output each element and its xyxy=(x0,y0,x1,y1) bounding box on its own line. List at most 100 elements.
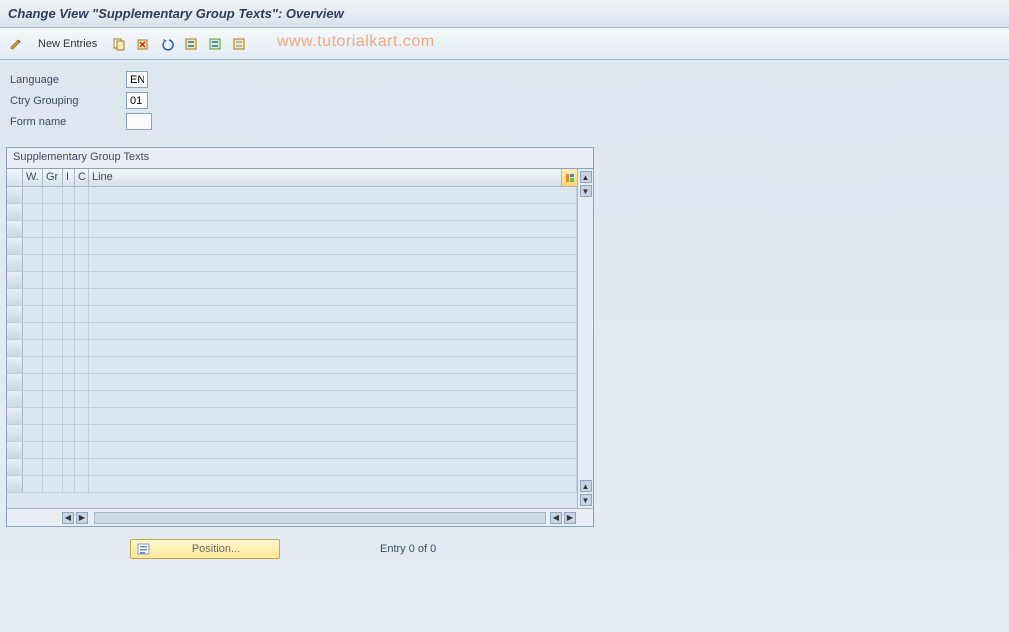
row-selector[interactable] xyxy=(7,408,23,424)
cell-gr[interactable] xyxy=(43,221,63,237)
select-all-button[interactable] xyxy=(181,34,201,54)
cell-i[interactable] xyxy=(63,272,75,288)
row-selector[interactable] xyxy=(7,442,23,458)
cell-c[interactable] xyxy=(75,340,89,356)
scroll-down-end-button[interactable]: ▼ xyxy=(580,494,592,506)
col-w-header[interactable]: W. xyxy=(23,169,43,186)
table-row[interactable] xyxy=(7,272,577,289)
cell-i[interactable] xyxy=(63,408,75,424)
cell-i[interactable] xyxy=(63,425,75,441)
cell-line[interactable] xyxy=(89,408,577,424)
row-selector[interactable] xyxy=(7,340,23,356)
cell-w[interactable] xyxy=(23,187,43,203)
cell-line[interactable] xyxy=(89,374,577,390)
table-row[interactable] xyxy=(7,408,577,425)
cell-c[interactable] xyxy=(75,442,89,458)
copy-as-button[interactable] xyxy=(109,34,129,54)
cell-c[interactable] xyxy=(75,272,89,288)
cell-c[interactable] xyxy=(75,425,89,441)
scroll-up-button[interactable]: ▲ xyxy=(580,171,592,183)
cell-line[interactable] xyxy=(89,425,577,441)
cell-line[interactable] xyxy=(89,476,577,492)
cell-i[interactable] xyxy=(63,442,75,458)
cell-gr[interactable] xyxy=(43,238,63,254)
cell-w[interactable] xyxy=(23,323,43,339)
cell-gr[interactable] xyxy=(43,391,63,407)
table-row[interactable] xyxy=(7,238,577,255)
cell-gr[interactable] xyxy=(43,476,63,492)
row-selector[interactable] xyxy=(7,272,23,288)
cell-c[interactable] xyxy=(75,323,89,339)
cell-c[interactable] xyxy=(75,306,89,322)
cell-i[interactable] xyxy=(63,221,75,237)
form-name-field[interactable] xyxy=(126,113,152,130)
cell-w[interactable] xyxy=(23,459,43,475)
row-selector[interactable] xyxy=(7,425,23,441)
cell-i[interactable] xyxy=(63,323,75,339)
row-selector[interactable] xyxy=(7,187,23,203)
cell-w[interactable] xyxy=(23,408,43,424)
cell-c[interactable] xyxy=(75,289,89,305)
cell-line[interactable] xyxy=(89,306,577,322)
cell-w[interactable] xyxy=(23,442,43,458)
col-line-header[interactable]: Line xyxy=(89,169,577,186)
cell-line[interactable] xyxy=(89,272,577,288)
table-row[interactable] xyxy=(7,187,577,204)
cell-gr[interactable] xyxy=(43,255,63,271)
cell-gr[interactable] xyxy=(43,187,63,203)
cell-gr[interactable] xyxy=(43,272,63,288)
cell-gr[interactable] xyxy=(43,323,63,339)
cell-line[interactable] xyxy=(89,204,577,220)
cell-line[interactable] xyxy=(89,221,577,237)
cell-w[interactable] xyxy=(23,391,43,407)
row-selector[interactable] xyxy=(7,459,23,475)
cell-w[interactable] xyxy=(23,476,43,492)
row-selector[interactable] xyxy=(7,357,23,373)
ctry-grouping-field[interactable] xyxy=(126,92,148,109)
hscroll-left-small[interactable]: ◀ xyxy=(62,512,74,524)
hscroll-right-button[interactable]: ▶ xyxy=(564,512,576,524)
cell-gr[interactable] xyxy=(43,340,63,356)
row-selector[interactable] xyxy=(7,323,23,339)
cell-w[interactable] xyxy=(23,425,43,441)
hscroll-track[interactable] xyxy=(94,512,546,524)
cell-i[interactable] xyxy=(63,391,75,407)
table-row[interactable] xyxy=(7,425,577,442)
table-row[interactable] xyxy=(7,204,577,221)
cell-c[interactable] xyxy=(75,357,89,373)
row-selector[interactable] xyxy=(7,476,23,492)
cell-c[interactable] xyxy=(75,238,89,254)
col-c-header[interactable]: C xyxy=(75,169,89,186)
cell-gr[interactable] xyxy=(43,306,63,322)
vertical-scrollbar[interactable]: ▲ ▼ ▲ ▼ xyxy=(577,169,593,508)
cell-i[interactable] xyxy=(63,204,75,220)
cell-line[interactable] xyxy=(89,323,577,339)
cell-i[interactable] xyxy=(63,187,75,203)
scroll-up-end-button[interactable]: ▲ xyxy=(580,480,592,492)
table-row[interactable] xyxy=(7,323,577,340)
deselect-all-button[interactable] xyxy=(229,34,249,54)
cell-w[interactable] xyxy=(23,238,43,254)
cell-i[interactable] xyxy=(63,357,75,373)
table-configure-button[interactable] xyxy=(561,169,577,187)
cell-c[interactable] xyxy=(75,255,89,271)
cell-c[interactable] xyxy=(75,374,89,390)
cell-w[interactable] xyxy=(23,204,43,220)
table-row[interactable] xyxy=(7,459,577,476)
cell-line[interactable] xyxy=(89,289,577,305)
table-row[interactable] xyxy=(7,391,577,408)
cell-i[interactable] xyxy=(63,289,75,305)
cell-c[interactable] xyxy=(75,408,89,424)
row-selector[interactable] xyxy=(7,306,23,322)
cell-line[interactable] xyxy=(89,459,577,475)
cell-gr[interactable] xyxy=(43,459,63,475)
cell-c[interactable] xyxy=(75,476,89,492)
cell-line[interactable] xyxy=(89,187,577,203)
cell-line[interactable] xyxy=(89,442,577,458)
cell-i[interactable] xyxy=(63,374,75,390)
toggle-display-change-button[interactable] xyxy=(6,34,26,54)
row-selector[interactable] xyxy=(7,289,23,305)
cell-line[interactable] xyxy=(89,340,577,356)
row-selector-header[interactable] xyxy=(7,169,23,186)
new-entries-button[interactable]: New Entries xyxy=(30,33,105,55)
